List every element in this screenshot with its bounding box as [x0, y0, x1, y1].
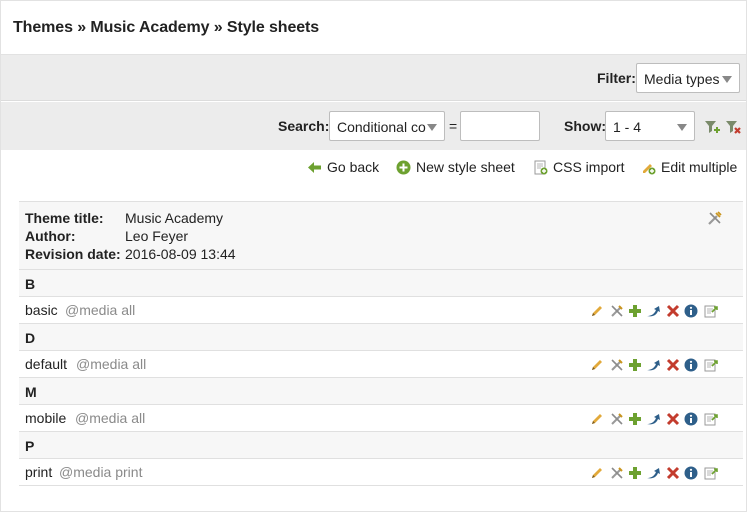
filter-select-value: Media types — [644, 71, 720, 87]
delete-icon[interactable] — [665, 357, 681, 373]
export-icon[interactable] — [703, 411, 719, 427]
style-sheet-name: print — [25, 464, 53, 480]
export-icon[interactable] — [703, 465, 719, 481]
show-select-value: 1 - 4 — [613, 119, 642, 135]
style-sheet-name: basic — [25, 302, 58, 318]
settings-icon[interactable] — [609, 465, 625, 481]
row-actions — [589, 303, 739, 319]
show-label: Show: — [564, 118, 606, 134]
edit-icon[interactable] — [589, 411, 605, 427]
style-sheet-media: @media print — [59, 464, 143, 480]
style-sheet-row-print: print @media print — [19, 459, 743, 486]
style-sheet-media: @media all — [76, 356, 147, 372]
edit-icon[interactable] — [589, 357, 605, 373]
show-select[interactable]: 1 - 4 — [605, 111, 695, 141]
group-header-d: D — [19, 324, 743, 351]
row-actions — [589, 465, 739, 481]
author-value: Leo Feyer — [125, 228, 189, 244]
apply-filter-icon[interactable] — [704, 119, 720, 135]
edit-icon[interactable] — [589, 303, 605, 319]
theme-title-value: Music Academy — [125, 210, 224, 226]
search-input[interactable] — [460, 111, 540, 141]
settings-icon[interactable] — [609, 357, 625, 373]
settings-icon[interactable] — [609, 411, 625, 427]
go-back-label: Go back — [327, 159, 380, 175]
style-sheet-name: default — [25, 356, 68, 372]
info-icon[interactable] — [683, 465, 699, 481]
info-icon[interactable] — [683, 303, 699, 319]
search-field-value: Conditional co — [337, 119, 426, 135]
move-icon[interactable] — [645, 465, 661, 481]
group-letter: M — [25, 384, 37, 400]
style-sheet-name: mobile — [25, 410, 67, 426]
group-header-b: B — [19, 270, 743, 297]
filter-label: Filter: — [597, 70, 636, 86]
filter-panel: Filter: Media types — [1, 55, 746, 101]
new-style-sheet-label: New style sheet — [416, 159, 515, 175]
move-icon[interactable] — [645, 411, 661, 427]
group-letter: D — [25, 330, 36, 346]
edit-multiple-icon — [641, 160, 656, 175]
style-sheet-row-mobile: mobile @media all — [19, 405, 743, 432]
theme-settings-icon[interactable] — [707, 210, 723, 226]
style-sheet-media: @media all — [65, 302, 136, 318]
page-header: Themes » Music Academy » Style sheets — [1, 1, 746, 55]
search-field-select[interactable]: Conditional co — [329, 111, 445, 141]
copy-icon[interactable] — [627, 303, 643, 319]
equals-sign: = — [449, 118, 458, 134]
style-sheet-row-basic: basic @media all — [19, 297, 743, 324]
chevron-down-icon — [722, 76, 732, 83]
delete-icon[interactable] — [665, 411, 681, 427]
info-icon[interactable] — [683, 411, 699, 427]
filter-select[interactable]: Media types — [636, 63, 740, 93]
style-sheet-row-default: default @media all — [19, 351, 743, 378]
info-icon[interactable] — [683, 357, 699, 373]
edit-icon[interactable] — [589, 465, 605, 481]
global-actions: Go back New style sheet CSS import Edit … — [1, 159, 746, 179]
settings-icon[interactable] — [609, 303, 625, 319]
chevron-down-icon — [677, 124, 687, 131]
reset-filter-icon[interactable] — [725, 119, 741, 135]
copy-icon[interactable] — [627, 465, 643, 481]
revision-date-value: 2016-08-09 13:44 — [125, 246, 236, 262]
edit-multiple-label: Edit multiple — [661, 159, 738, 175]
delete-icon[interactable] — [665, 303, 681, 319]
import-document-icon — [533, 160, 548, 175]
css-import-label: CSS import — [553, 159, 625, 175]
chevron-down-icon — [427, 124, 437, 131]
theme-info: Theme title: Music Academy Author: Leo F… — [19, 201, 743, 270]
author-label: Author: — [25, 228, 76, 244]
group-header-m: M — [19, 378, 743, 405]
group-header-p: P — [19, 432, 743, 459]
revision-date-label: Revision date: — [25, 246, 121, 262]
copy-icon[interactable] — [627, 357, 643, 373]
theme-title-label: Theme title: — [25, 210, 104, 226]
row-actions — [589, 357, 739, 373]
group-letter: P — [25, 438, 35, 454]
app-frame: Themes » Music Academy » Style sheets Fi… — [0, 0, 747, 512]
export-icon[interactable] — [703, 303, 719, 319]
export-icon[interactable] — [703, 357, 719, 373]
move-icon[interactable] — [645, 357, 661, 373]
add-circle-icon — [396, 160, 411, 175]
move-icon[interactable] — [645, 303, 661, 319]
row-actions — [589, 411, 739, 427]
delete-icon[interactable] — [665, 465, 681, 481]
style-sheet-media: @media all — [75, 410, 146, 426]
search-label: Search: — [278, 118, 330, 134]
copy-icon[interactable] — [627, 411, 643, 427]
breadcrumb: Themes » Music Academy » Style sheets — [13, 19, 320, 36]
search-panel: Search: Conditional co = Show: 1 - 4 — [1, 102, 746, 150]
group-letter: B — [25, 276, 36, 292]
back-arrow-icon — [307, 160, 322, 175]
